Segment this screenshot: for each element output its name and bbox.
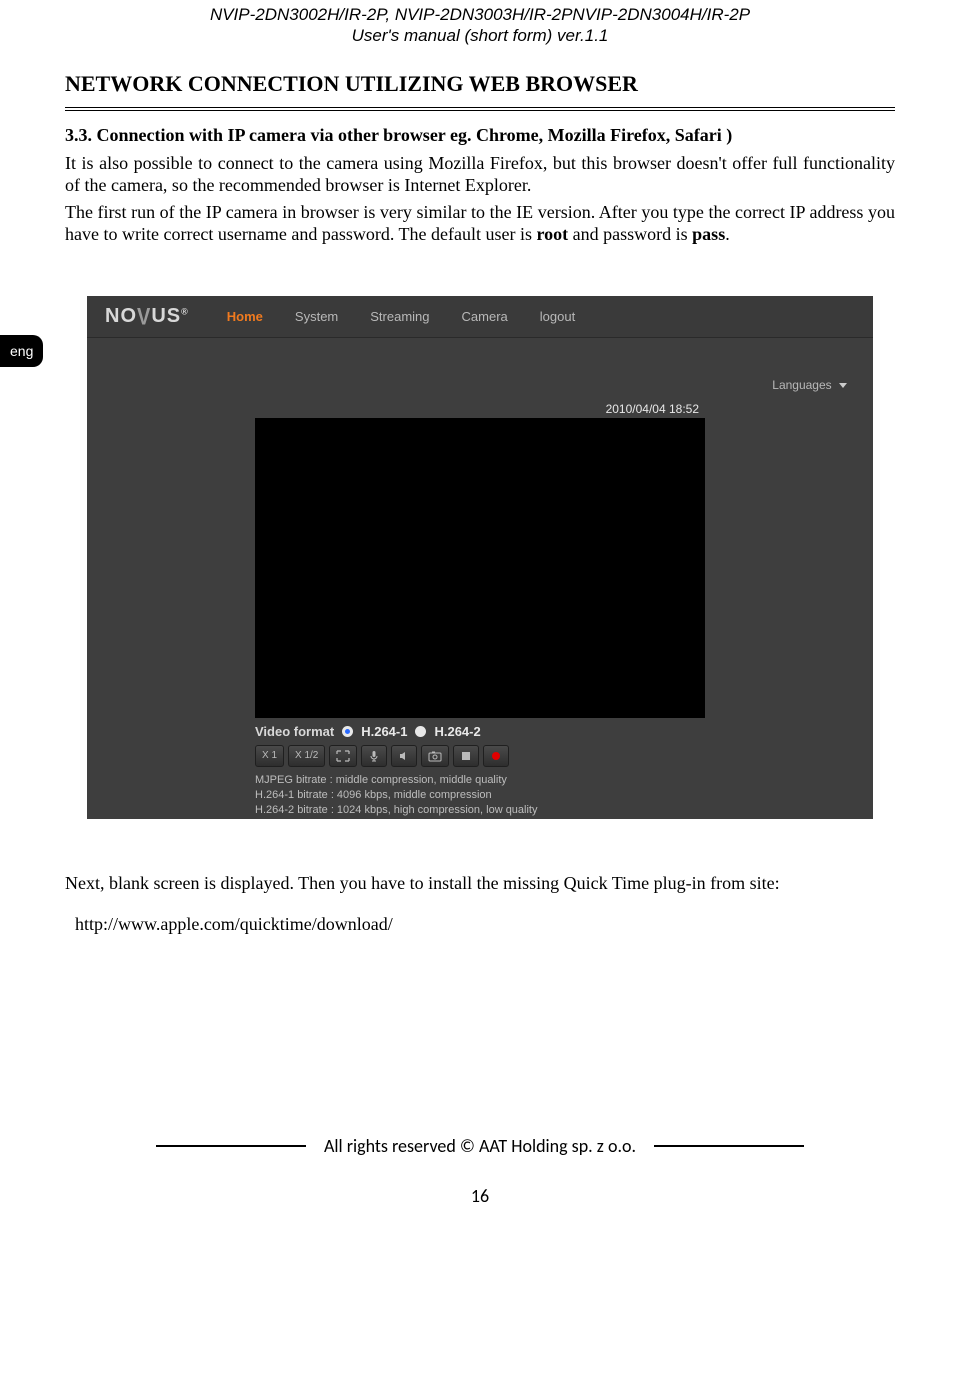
- record-button[interactable]: [483, 745, 509, 767]
- footer-rule-left: [156, 1145, 306, 1147]
- divider: [65, 107, 895, 111]
- page-title: NETWORK CONNECTION UTILIZING WEB BROWSER: [65, 71, 895, 97]
- novus-logo: NOVUS®: [105, 305, 189, 328]
- controls-row: X 1 X 1/2: [255, 745, 873, 767]
- speaker-button[interactable]: [391, 745, 417, 767]
- header-models: NVIP-2DN3002H/IR-2P, NVIP-2DN3003H/IR-2P…: [65, 4, 895, 25]
- language-tab[interactable]: eng: [0, 335, 43, 367]
- nav-system[interactable]: System: [295, 309, 338, 324]
- video-timestamp: 2010/04/04 18:52: [255, 398, 705, 418]
- radio-h264-2-label: H.264-2: [434, 724, 480, 739]
- video-viewport[interactable]: [255, 418, 705, 718]
- camera-icon: [428, 750, 442, 762]
- paragraph-2: The first run of the IP camera in browse…: [65, 201, 895, 246]
- footer-copyright: All rights reserved © AAT Holding sp. z …: [316, 1135, 644, 1157]
- stop-icon: [461, 751, 471, 761]
- mic-button[interactable]: [361, 745, 387, 767]
- nav-camera[interactable]: Camera: [462, 309, 508, 324]
- quicktime-url: http://www.apple.com/quicktime/download/: [75, 914, 895, 935]
- bitrate-info: MJPEG bitrate : middle compression, midd…: [255, 773, 873, 819]
- stop-button[interactable]: [453, 745, 479, 767]
- snapshot-button[interactable]: [421, 745, 449, 767]
- zoom-1x-button[interactable]: X 1: [255, 745, 284, 767]
- record-icon: [491, 751, 501, 761]
- section-heading: 3.3. Connection with IP camera via other…: [65, 125, 895, 146]
- header-manual: User's manual (short form) ver.1.1: [65, 25, 895, 46]
- main-nav: Home System Streaming Camera logout: [227, 309, 575, 324]
- radio-h264-2[interactable]: [415, 726, 426, 737]
- radio-h264-1-label: H.264-1: [361, 724, 407, 739]
- after-paragraph: Next, blank screen is displayed. Then yo…: [65, 873, 895, 894]
- fullscreen-button[interactable]: [329, 745, 357, 767]
- paragraph-1: It is also possible to connect to the ca…: [65, 152, 895, 197]
- topbar: NOVUS® Home System Streaming Camera logo…: [87, 296, 873, 338]
- languages-dropdown[interactable]: Languages: [87, 338, 873, 398]
- microphone-icon: [368, 750, 380, 762]
- nav-home[interactable]: Home: [227, 309, 263, 324]
- video-format-row: Video format H.264-1 H.264-2: [255, 724, 873, 739]
- chevron-down-icon: [839, 383, 847, 388]
- nav-logout[interactable]: logout: [540, 309, 575, 324]
- nav-streaming[interactable]: Streaming: [370, 309, 429, 324]
- page-number: 16: [65, 1185, 895, 1207]
- zoom-half-button[interactable]: X 1/2: [288, 745, 325, 767]
- fullscreen-icon: [336, 750, 350, 762]
- speaker-icon: [398, 750, 410, 762]
- footer-rule-right: [654, 1145, 804, 1147]
- camera-ui-screenshot: NOVUS® Home System Streaming Camera logo…: [87, 296, 873, 819]
- video-format-label: Video format: [255, 724, 334, 739]
- radio-h264-1[interactable]: [342, 726, 353, 737]
